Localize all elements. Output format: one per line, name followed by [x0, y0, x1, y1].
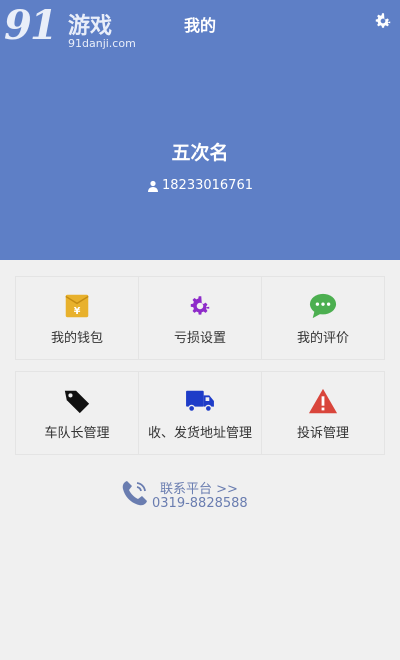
warning-icon [308, 388, 338, 413]
menu-row-2: 车队长管理 收、发货地址管理 投诉管理 [15, 371, 385, 455]
menu-item-label: 收、发货地址管理 [147, 425, 252, 441]
contact-platform-link[interactable]: 联系平台 >> 0319-8828588 [120, 476, 300, 516]
menu-item-label: 投诉管理 [296, 425, 349, 441]
menu-item-fleet-captain[interactable]: 车队长管理 [15, 372, 138, 454]
truck-icon [186, 390, 214, 412]
menu-item-loss-settings[interactable]: 亏损设置 [138, 277, 261, 359]
watermark-url: 91danji.com [68, 37, 136, 50]
page-title: 我的 [183, 16, 216, 35]
contact-label: 联系平台 >> [160, 482, 238, 497]
menu-item-label: 车队长管理 [44, 425, 110, 441]
wallet-icon: ¥ [65, 294, 89, 317]
menu-item-label: 我的钱包 [50, 330, 103, 346]
menu-item-wallet[interactable]: ¥ 我的钱包 [15, 277, 138, 359]
menu-item-label: 亏损设置 [173, 330, 226, 346]
menu-item-address-management[interactable]: 收、发货地址管理 [138, 372, 261, 454]
tag-icon [64, 390, 90, 413]
user-name: 五次名 [171, 142, 229, 164]
user-icon [148, 180, 158, 192]
svg-text:¥: ¥ [74, 305, 81, 316]
user-phone: 18233016761 [0, 178, 400, 193]
chat-icon [309, 293, 337, 318]
menu-row-1: ¥ 我的钱包 亏损设置 我的评价 [15, 276, 385, 360]
gear-icon [375, 13, 391, 28]
menu-item-complaints[interactable]: 投诉管理 [261, 372, 385, 454]
profile-header: 91 游戏 91danji.com 我的 五次名 18233016761 [0, 0, 400, 260]
phone-icon [122, 481, 147, 506]
gear-icon [190, 295, 210, 315]
settings-button[interactable] [372, 10, 394, 32]
phone-number: 18233016761 [162, 178, 253, 193]
menu-item-label: 我的评价 [296, 330, 349, 346]
contact-number: 0319-8828588 [152, 496, 248, 511]
menu-item-reviews[interactable]: 我的评价 [261, 277, 385, 359]
